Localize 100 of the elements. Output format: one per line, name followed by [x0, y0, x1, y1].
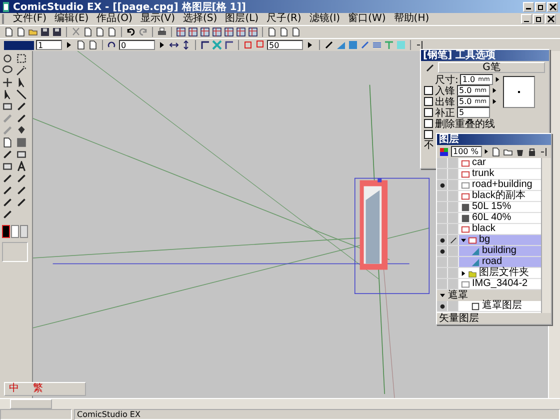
save-icon[interactable]: [52, 27, 62, 37]
menu-item[interactable]: 编辑(E): [54, 13, 89, 25]
visibility-toggle[interactable]: [437, 246, 448, 256]
visibility-toggle[interactable]: [437, 279, 448, 289]
layer-row[interactable]: road+building: [437, 180, 541, 191]
pen-icon[interactable]: [2, 197, 13, 208]
printer-icon[interactable]: [157, 27, 167, 37]
circle-icon[interactable]: [2, 53, 13, 64]
pen-icon[interactable]: [16, 185, 27, 196]
menu-item[interactable]: 尺子(R): [266, 13, 302, 25]
edit-toggle[interactable]: [448, 301, 459, 311]
bucket-icon[interactable]: [16, 125, 27, 136]
edit-toggle[interactable]: [448, 158, 459, 168]
pen-icon[interactable]: [16, 173, 27, 184]
opacity-field[interactable]: 100 %: [451, 146, 482, 157]
edit-toggle[interactable]: [448, 213, 459, 223]
checkbox[interactable]: [424, 108, 433, 117]
flip-icon[interactable]: [169, 40, 179, 50]
layer-row[interactable]: 50L 15%: [437, 202, 541, 213]
page-icon[interactable]: [2, 137, 13, 148]
pen-icon[interactable]: [2, 149, 13, 160]
lines-icon[interactable]: [372, 40, 382, 50]
visibility-toggle[interactable]: [437, 268, 448, 278]
edit-toggle[interactable]: [448, 279, 459, 289]
pen-icon[interactable]: [16, 113, 27, 124]
square-icon[interactable]: [243, 40, 253, 50]
edit-toggle[interactable]: [448, 169, 459, 179]
rect-icon[interactable]: [16, 149, 27, 160]
edit-toggle[interactable]: [448, 202, 459, 212]
ime-toolbar[interactable]: 中 繁: [4, 382, 86, 396]
close-button[interactable]: [545, 14, 556, 24]
color-swatch[interactable]: [11, 225, 19, 238]
rect-icon[interactable]: [2, 161, 13, 172]
page-field[interactable]: 1: [36, 40, 62, 50]
arrow-icon[interactable]: [2, 89, 13, 100]
ime-button[interactable]: 中: [9, 384, 19, 394]
layer-row[interactable]: 图层文件夹: [437, 268, 541, 279]
lasso-icon[interactable]: [2, 65, 13, 76]
visibility-toggle[interactable]: [437, 257, 448, 267]
checkbox[interactable]: [424, 130, 433, 139]
size-field[interactable]: 50: [267, 40, 303, 50]
edit-toggle[interactable]: [448, 191, 459, 201]
menu-item[interactable]: 帮助(H): [394, 13, 430, 25]
horizontal-scrollbar[interactable]: [0, 398, 560, 409]
lock-icon[interactable]: [527, 146, 537, 156]
visibility-toggle[interactable]: [437, 169, 448, 179]
close-button[interactable]: [547, 2, 558, 12]
square-icon[interactable]: [255, 40, 265, 50]
gradient-icon[interactable]: [16, 137, 27, 148]
edit-toggle[interactable]: [448, 257, 459, 267]
handle-icon[interactable]: [378, 178, 382, 182]
pen-icon[interactable]: [324, 40, 334, 50]
select-icon[interactable]: [16, 53, 27, 64]
expand-icon[interactable]: [461, 238, 466, 242]
brush-button[interactable]: G笔: [438, 62, 545, 73]
edit-toggle[interactable]: [448, 235, 459, 245]
rotation-field[interactable]: 0: [119, 40, 155, 50]
menu-item[interactable]: 图层(L): [225, 13, 259, 25]
arrow-icon[interactable]: [16, 77, 27, 88]
expand-icon[interactable]: [461, 270, 466, 276]
visibility-toggle[interactable]: [437, 224, 448, 234]
wand-icon[interactable]: [16, 65, 27, 76]
visibility-toggle[interactable]: [437, 180, 448, 190]
edit-toggle[interactable]: [448, 180, 459, 190]
panel-icon[interactable]: [415, 40, 425, 50]
rect-icon[interactable]: [2, 101, 13, 112]
visibility-toggle[interactable]: [437, 213, 448, 223]
input-field[interactable]: 5: [457, 107, 490, 118]
undo-icon[interactable]: [126, 27, 136, 37]
text-icon[interactable]: [16, 161, 27, 172]
checkbox[interactable]: [424, 86, 433, 95]
edit-toggle[interactable]: [448, 268, 459, 278]
layer-row[interactable]: car: [437, 158, 541, 169]
expand-icon[interactable]: [440, 293, 445, 298]
menu-item[interactable]: 窗口(W): [348, 13, 386, 25]
menu-item[interactable]: 文件(F): [13, 13, 47, 25]
menu-item[interactable]: 选择(S): [183, 13, 218, 25]
restore-button[interactable]: [535, 2, 546, 12]
panel-icon[interactable]: [539, 146, 549, 156]
move-icon[interactable]: [2, 77, 13, 88]
rotate-icon[interactable]: [107, 40, 117, 50]
pen-icon[interactable]: [16, 197, 27, 208]
layer-row[interactable]: 遮罩图层: [437, 301, 541, 312]
checkbox[interactable]: [424, 119, 433, 128]
line-icon[interactable]: [16, 89, 27, 100]
color-swatch[interactable]: [20, 225, 28, 238]
menu-item[interactable]: 作品(O): [96, 13, 132, 25]
layer-row[interactable]: 60L 40%: [437, 213, 541, 224]
visibility-toggle[interactable]: [437, 158, 448, 168]
ime-button[interactable]: 繁: [33, 384, 43, 394]
color-icon[interactable]: [439, 146, 449, 156]
pen-icon[interactable]: [2, 185, 13, 196]
flip-icon[interactable]: [181, 40, 191, 50]
minimize-button[interactable]: [521, 14, 532, 24]
save-icon[interactable]: [40, 27, 50, 37]
pen-icon[interactable]: [2, 209, 13, 220]
layer-row[interactable]: trunk: [437, 169, 541, 180]
layer-row[interactable]: black的副本: [437, 191, 541, 202]
edit-toggle[interactable]: [448, 224, 459, 234]
checkbox[interactable]: [424, 97, 433, 106]
